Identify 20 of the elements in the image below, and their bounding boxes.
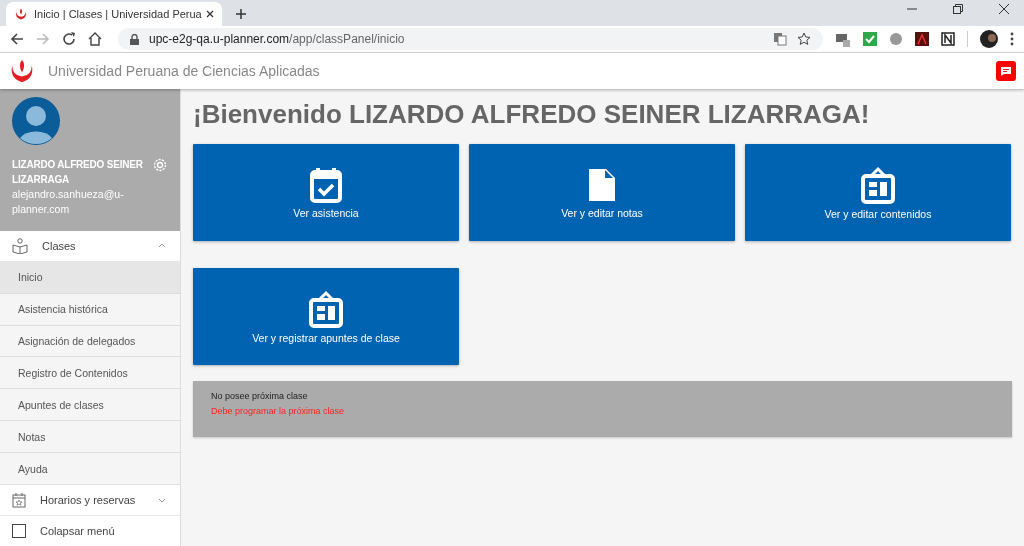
tile-button[interactable]: Ver y editar contenidos: [745, 144, 1011, 241]
user-email: alejandro.sanhueza@u-planner.com: [12, 187, 125, 217]
menu-item[interactable]: Asistencia histórica: [0, 293, 180, 326]
welcome-heading: ¡Bienvenido LIZARDO ALFREDO SEINER LIZARRAGA!: [193, 99, 871, 130]
next-class-message: No posee próxima clase: [211, 391, 308, 401]
menu-item[interactable]: Inicio: [0, 261, 180, 294]
tile-button[interactable]: Ver y editar notas: [469, 144, 735, 241]
app-title: Universidad Peruana de Ciencias Aplicadas: [48, 63, 320, 79]
menu-item[interactable]: Notas: [0, 421, 180, 454]
menu-item[interactable]: Registro de Contenidos: [0, 357, 180, 390]
browser-tab[interactable]: Inicio | Clases | Universidad Perua: [6, 2, 222, 26]
menu-item[interactable]: Apuntes de clases: [0, 389, 180, 422]
user-name: LIZARDO ALFREDO SEINER LIZARRAGA: [12, 158, 144, 187]
tile-button[interactable]: Ver y registrar apuntes de clase: [193, 268, 459, 365]
address-bar[interactable]: upc-e2g-qa.u-planner.com/app/classPanel/inicio: [118, 28, 823, 50]
collapse-label[interactable]: Colapsar menú: [40, 525, 166, 537]
tile-button[interactable]: Ver asistencia: [193, 144, 459, 241]
menu-item[interactable]: Ayuda: [0, 453, 180, 486]
menu-item[interactable]: Asignación de delegados: [0, 325, 180, 358]
warning-message: Debe programar la próxima clase: [211, 406, 345, 416]
